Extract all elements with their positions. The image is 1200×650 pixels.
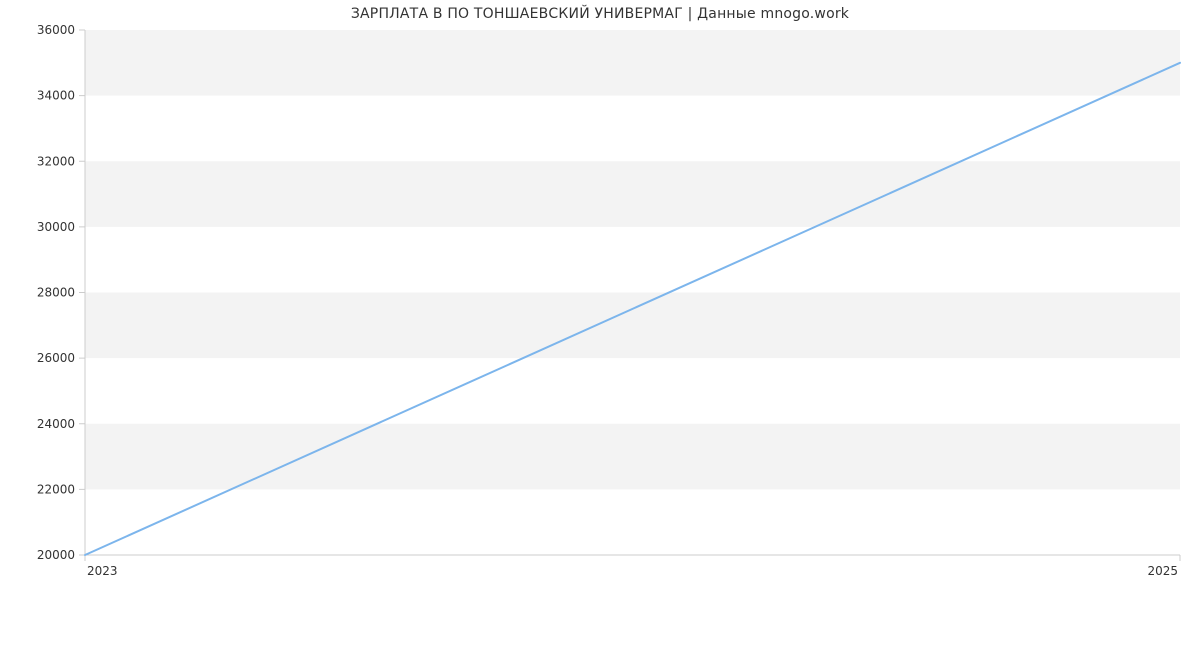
svg-text:26000: 26000 — [37, 351, 75, 365]
svg-text:30000: 30000 — [37, 220, 75, 234]
y-tick: 36000 — [37, 23, 85, 37]
salary-chart: ЗАРПЛАТА В ПО ТОНШАЕВСКИЙ УНИВЕРМАГ | Да… — [0, 0, 1200, 650]
svg-text:32000: 32000 — [37, 154, 75, 168]
y-tick: 34000 — [37, 89, 85, 103]
svg-text:22000: 22000 — [37, 482, 75, 496]
y-tick: 24000 — [37, 417, 85, 431]
svg-text:24000: 24000 — [37, 417, 75, 431]
svg-text:36000: 36000 — [37, 23, 75, 37]
y-tick: 26000 — [37, 351, 85, 365]
chart-canvas: 20000 22000 24000 26000 28000 30000 32000 34000… — [0, 0, 1200, 650]
y-tick: 20000 — [37, 548, 85, 562]
x-tick: 2025 — [1147, 555, 1180, 578]
svg-text:2023: 2023 — [87, 564, 118, 578]
y-tick: 22000 — [37, 482, 85, 496]
y-tick: 28000 — [37, 286, 85, 300]
chart-title: ЗАРПЛАТА В ПО ТОНШАЕВСКИЙ УНИВЕРМАГ | Да… — [0, 6, 1200, 22]
svg-text:28000: 28000 — [37, 286, 75, 300]
y-tick: 32000 — [37, 154, 85, 168]
x-tick: 2023 — [85, 555, 118, 578]
svg-text:2025: 2025 — [1147, 564, 1178, 578]
y-tick: 30000 — [37, 220, 85, 234]
svg-text:34000: 34000 — [37, 89, 75, 103]
svg-text:20000: 20000 — [37, 548, 75, 562]
